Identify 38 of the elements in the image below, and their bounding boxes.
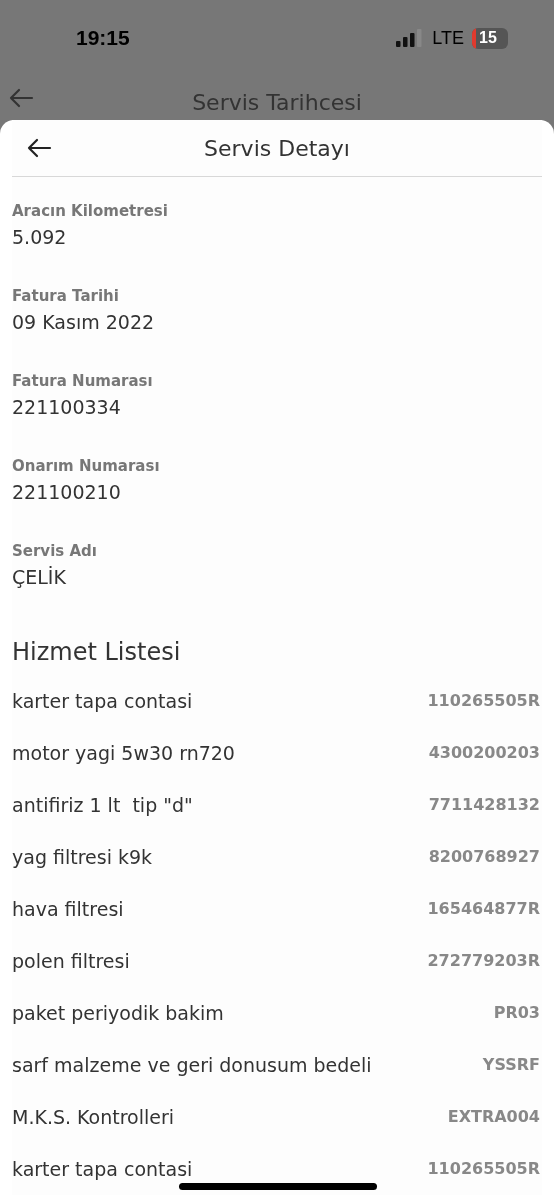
service-name: yag filtresi k9k (12, 844, 153, 870)
service-name: paket periyodik bakim (12, 1000, 224, 1026)
field-value: ÇELİK (12, 567, 67, 587)
service-code: 272779203R (427, 950, 540, 972)
signal-icon (396, 29, 425, 47)
status-time: 19:15 (76, 25, 130, 52)
service-code: 8200768927 (428, 846, 540, 868)
battery-indicator: 15 (472, 27, 508, 49)
service-code: PR03 (493, 1002, 540, 1024)
service-code: YSSRF (482, 1054, 540, 1076)
field-value: 221100210 (12, 482, 122, 502)
service-code: 110265505R (427, 1158, 540, 1180)
field-label: Fatura Tarihi (12, 286, 120, 306)
field-label: Aracın Kilometresi (12, 201, 169, 221)
service-code: 165464877R (427, 898, 540, 920)
section-title: Hizmet Listesi (12, 637, 182, 667)
service-code: 110265505R (427, 690, 540, 712)
service-name: M.K.S. Kontrolleri (12, 1104, 175, 1130)
service-name: karter tapa contasi (12, 688, 193, 714)
sheet-title: Servis Detayı (204, 134, 350, 163)
field-label: Fatura Numarası (12, 371, 154, 391)
service-name: polen filtresi (12, 948, 130, 974)
service-name: antifiriz 1 lt tip "d" (12, 792, 193, 818)
service-name: hava filtresi (12, 896, 124, 922)
network-label: LTE (432, 26, 464, 50)
background-title: Servis Tarihcesi (192, 89, 362, 114)
field-label: Servis Adı (12, 541, 98, 561)
service-name: karter tapa contasi (12, 1156, 193, 1182)
field-value: 221100334 (12, 397, 122, 417)
field-value: 09 Kasım 2022 (12, 312, 156, 332)
service-name: motor yagi 5w30 rn720 (12, 740, 235, 766)
service-code: EXTRA004 (447, 1106, 540, 1128)
service-code: 7711428132 (428, 794, 540, 816)
service-code: 4300200203 (428, 742, 540, 764)
back-icon[interactable] (26, 138, 52, 158)
field-value: 5.092 (12, 227, 68, 247)
field-label: Onarım Numarası (12, 456, 161, 476)
service-name: sarf malzeme ve geri donusum bedeli (12, 1052, 372, 1078)
